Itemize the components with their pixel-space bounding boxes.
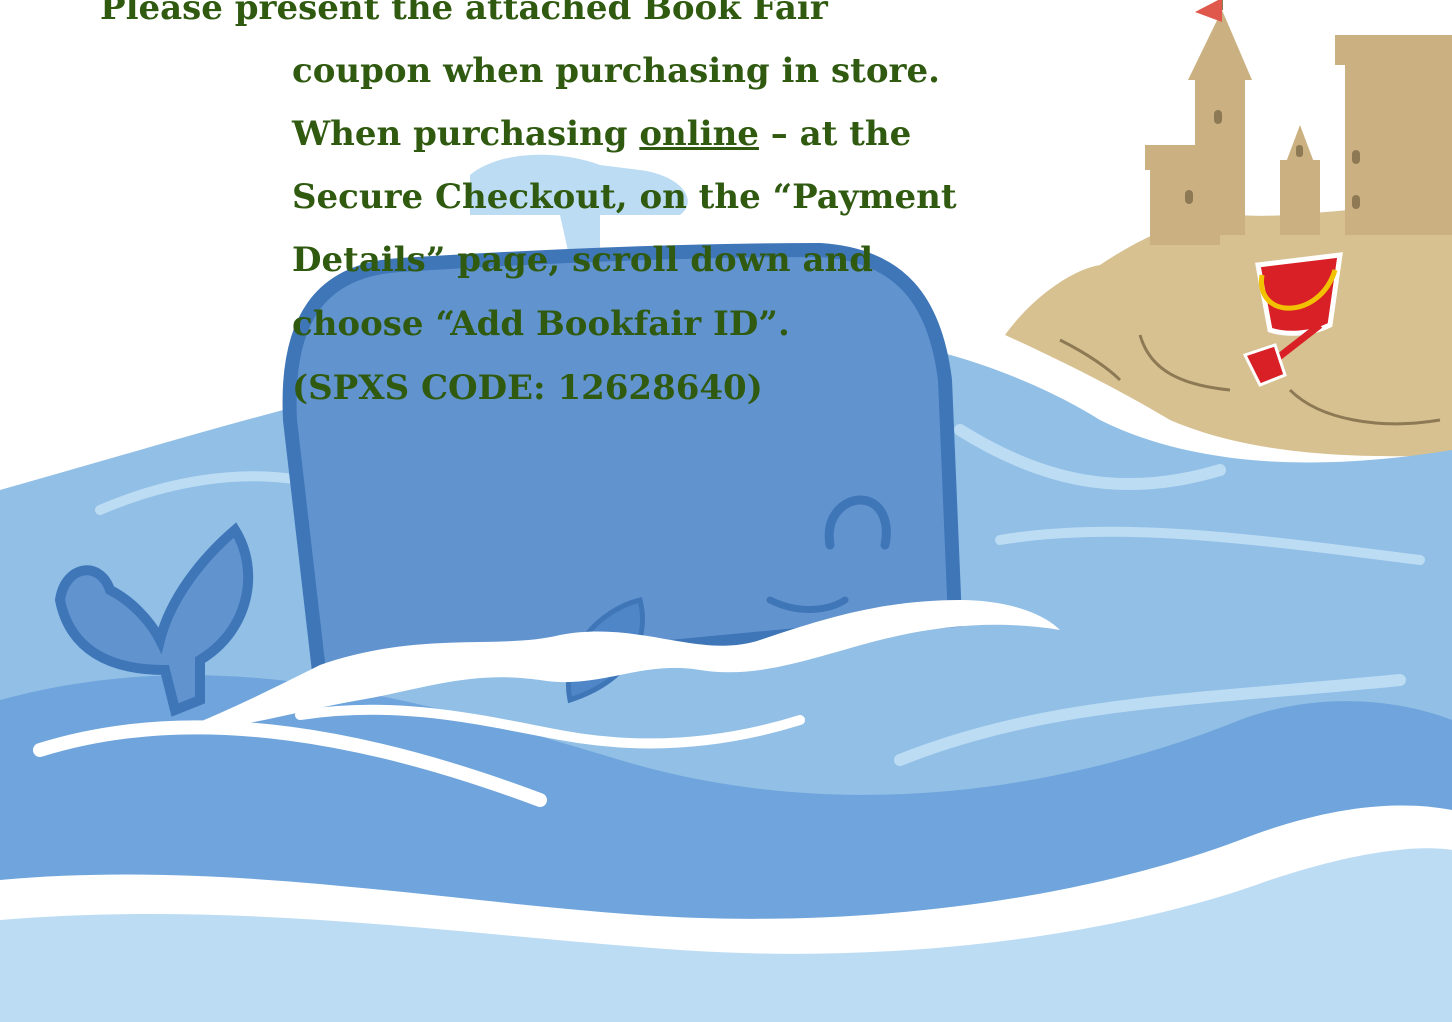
notice-line-3: When purchasing online – at the (292, 114, 912, 154)
notice-line-2: coupon when purchasing in store. (292, 51, 940, 91)
notice-line-6: choose “Add Bookfair ID”. (292, 304, 790, 344)
notice-line-5: Details” page, scroll down and (292, 240, 874, 280)
notice-line-1: Please present the attached Book Fair (100, 0, 828, 28)
online-link[interactable]: online (639, 114, 759, 154)
notice-line-4: Secure Checkout, on the “Payment (292, 177, 957, 217)
sand-castle (1145, 0, 1452, 245)
spxs-code: (SPXS CODE: 12628640) (292, 368, 763, 408)
